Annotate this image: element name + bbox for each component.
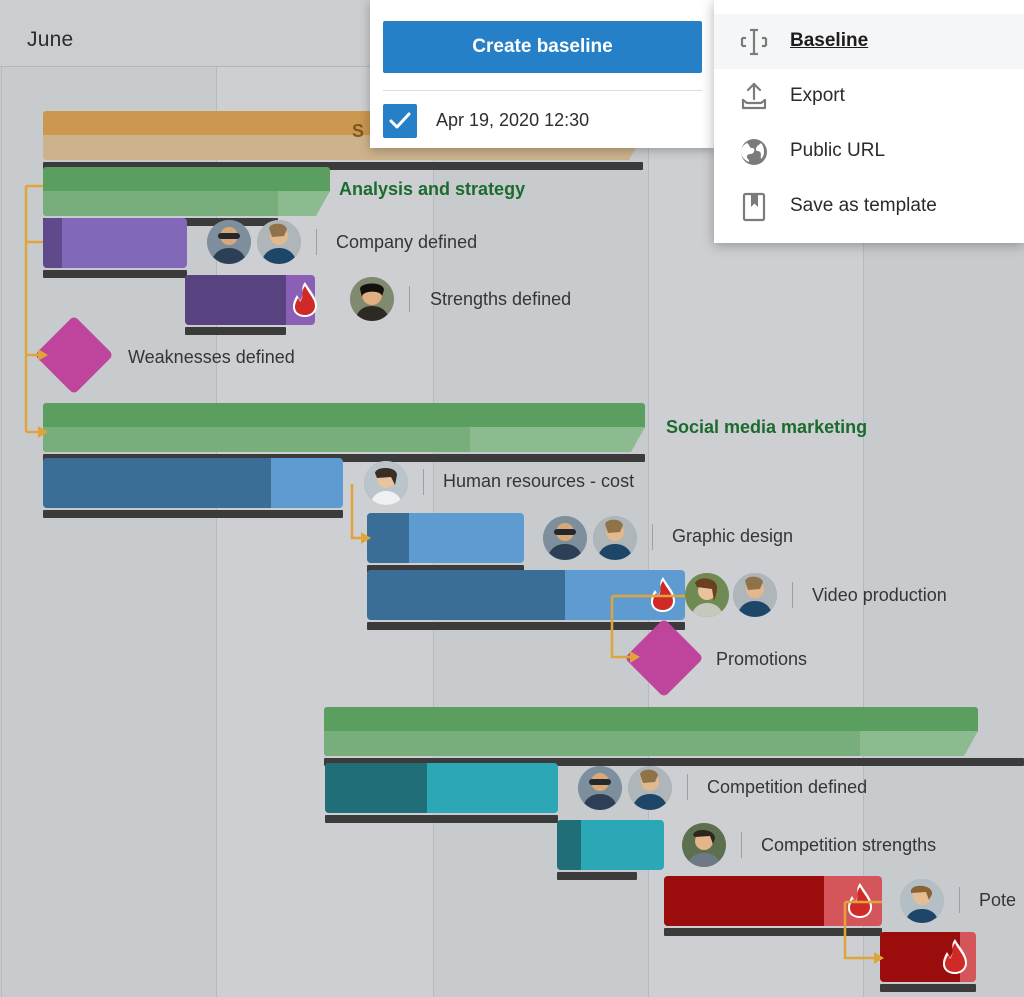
gantt-chart-app: June S Analysis and strategy Company def… [0, 0, 1024, 997]
baseline-popup: Create baseline Apr 19, 2020 12:30 [370, 0, 715, 148]
task-baseline-bar [367, 622, 685, 630]
task-label-human-resources-cost: Human resources - cost [443, 471, 635, 491]
summary-progress-fill [43, 191, 278, 216]
summary-progress-fill [43, 427, 470, 452]
avatar[interactable] [900, 879, 944, 923]
task-progress-fill [664, 876, 824, 926]
summary-bar-top [43, 167, 330, 192]
task-bar-body [664, 876, 882, 926]
menu-item-label: Public URL [790, 140, 886, 161]
summary-bar-top [43, 403, 645, 428]
export-icon [738, 81, 770, 113]
task-bar-company-defined[interactable] [43, 218, 187, 278]
task-bar-body [185, 275, 315, 325]
task-bar-potential-followup[interactable] [880, 932, 976, 992]
task-bar-body [557, 820, 664, 870]
menu-item-export[interactable]: Export [714, 69, 1024, 124]
context-menu: Baseline Export Public URL Save as templ… [714, 0, 1024, 243]
task-baseline-bar [557, 872, 637, 880]
baseline-icon [738, 26, 770, 58]
task-bar-body [43, 218, 187, 268]
label-separator [741, 832, 742, 858]
avatar[interactable] [578, 766, 622, 810]
summary-label-social-media-marketing: Social media marketing [666, 417, 868, 437]
menu-item-save-as-template[interactable]: Save as template [714, 179, 1024, 234]
task-progress-fill [880, 932, 960, 982]
task-label-video-production: Video production [812, 585, 947, 605]
summary-label-strategy: S [352, 121, 365, 141]
menu-item-public-url[interactable]: Public URL [714, 124, 1024, 179]
summary-bar-market-research[interactable] [324, 707, 1024, 766]
task-baseline-bar [43, 270, 187, 278]
avatar[interactable] [350, 277, 394, 321]
task-bar-potential[interactable] [664, 876, 882, 936]
task-label-competition-defined: Competition defined [707, 777, 868, 797]
task-label-potential: Pote [979, 890, 1017, 910]
task-baseline-bar [325, 815, 558, 823]
task-progress-fill [43, 458, 271, 508]
task-bar-video-production[interactable] [367, 570, 685, 630]
task-progress-fill [185, 275, 286, 325]
task-progress-fill [557, 820, 581, 870]
label-separator [423, 469, 424, 495]
avatar[interactable] [628, 766, 672, 810]
milestone-label-weaknesses-defined: Weaknesses defined [128, 347, 295, 367]
task-bar-body [367, 513, 524, 563]
task-baseline-bar [880, 984, 976, 992]
task-label-competition-strengths: Competition strengths [761, 835, 937, 855]
summary-bar-top [324, 707, 978, 732]
label-separator [409, 286, 410, 312]
avatar[interactable] [543, 516, 587, 560]
summary-bar-social-media-marketing[interactable] [43, 403, 645, 462]
task-label-company-defined: Company defined [336, 232, 478, 252]
menu-item-label: Export [790, 85, 845, 106]
label-separator [792, 582, 793, 608]
label-separator [687, 774, 688, 800]
timeline-month-label: June [27, 28, 74, 51]
menu-item-label: Baseline [790, 30, 869, 51]
summary-progress-fill [324, 731, 860, 756]
task-progress-fill [325, 763, 427, 813]
baseline-date-label: Apr 19, 2020 12:30 [436, 110, 590, 130]
menu-item-label: Save as template [790, 195, 937, 216]
popup-divider [383, 90, 702, 91]
avatar[interactable] [685, 573, 729, 617]
baseline-checkbox[interactable] [383, 104, 417, 138]
task-progress-fill [367, 513, 409, 563]
task-bar-body [43, 458, 343, 508]
avatar[interactable] [682, 823, 726, 867]
task-label-graphic-design: Graphic design [672, 526, 794, 546]
task-baseline-bar [185, 327, 286, 335]
menu-item-baseline[interactable]: Baseline [714, 14, 1024, 69]
task-progress-fill [367, 570, 565, 620]
avatar[interactable] [207, 220, 251, 264]
avatar[interactable] [364, 461, 408, 505]
grid-column-line [1, 67, 2, 997]
task-bar-body [367, 570, 685, 620]
task-bar-competition-strengths[interactable] [557, 820, 664, 880]
create-baseline-button[interactable]: Create baseline [383, 21, 702, 73]
task-label-strengths-defined: Strengths defined [430, 289, 572, 309]
label-separator [652, 524, 653, 550]
avatar[interactable] [733, 573, 777, 617]
avatar[interactable] [257, 220, 301, 264]
summary-bar-analysis-and-strategy[interactable] [43, 167, 330, 226]
avatar[interactable] [593, 516, 637, 560]
task-baseline-bar [43, 510, 343, 518]
task-bar-human-resources-cost[interactable] [43, 458, 343, 518]
globe-icon [738, 136, 770, 168]
task-bar-competition-defined[interactable] [325, 763, 558, 823]
task-bar-graphic-design[interactable] [367, 513, 524, 573]
task-bar-strengths-defined[interactable] [185, 275, 315, 335]
task-progress-fill [43, 218, 62, 268]
task-baseline-bar [664, 928, 882, 936]
bookmark-icon [738, 191, 770, 223]
task-bar-body [880, 932, 976, 982]
label-separator [959, 887, 960, 913]
milestone-label-promotions: Promotions [716, 649, 808, 669]
label-separator [316, 229, 317, 255]
task-bar-body [325, 763, 558, 813]
summary-label-analysis-and-strategy: Analysis and strategy [339, 179, 526, 199]
